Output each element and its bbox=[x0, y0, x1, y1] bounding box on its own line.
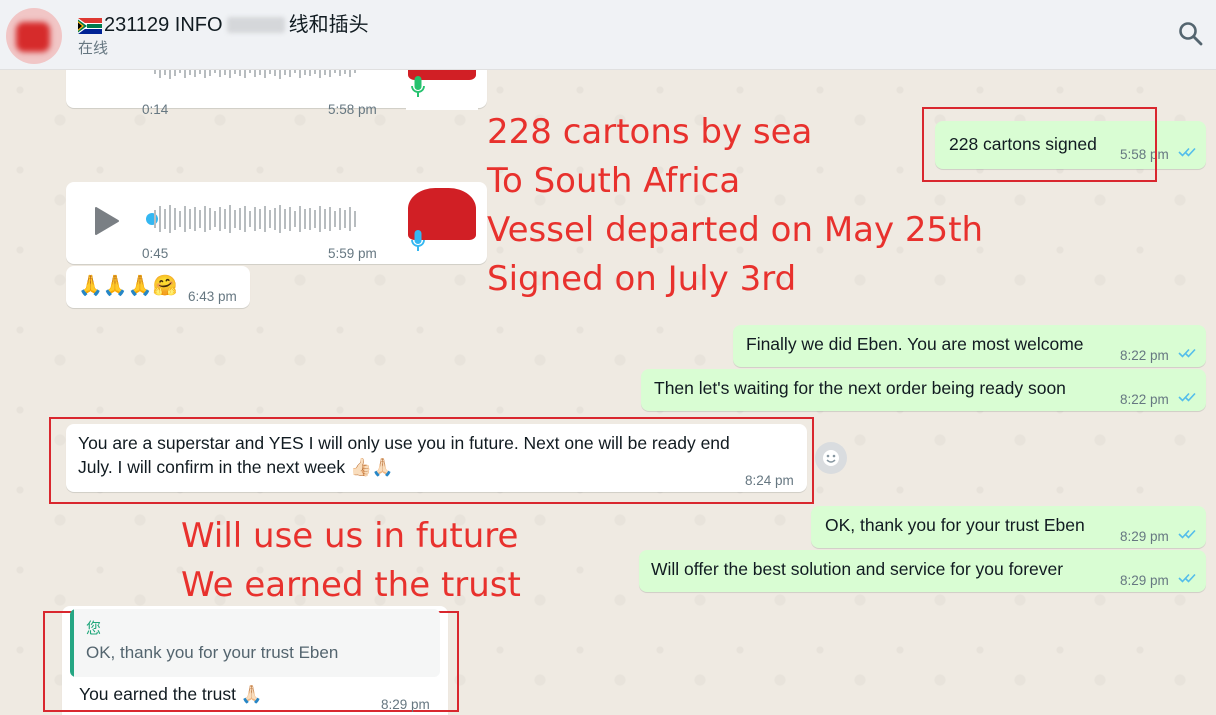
online-status: 在线 bbox=[78, 40, 109, 57]
quoted-message[interactable]: 您 OK, thank you for your trust Eben bbox=[70, 609, 440, 677]
annotation-line: We earned the trust bbox=[181, 565, 521, 605]
smiley-icon bbox=[823, 450, 839, 466]
message-time: 8:22 pm bbox=[1120, 392, 1169, 407]
voice-duration: 0:14 bbox=[142, 102, 169, 117]
message-time: 5:59 pm bbox=[328, 246, 377, 261]
voice-message[interactable]: 0:14 5:58 pm bbox=[66, 70, 487, 117]
microphone-icon bbox=[411, 230, 425, 251]
contact-name-prefix: 231129 INFO bbox=[104, 14, 223, 36]
annotation-box-superstar bbox=[49, 417, 814, 504]
message-text: Then let's waiting for the next order be… bbox=[654, 378, 1066, 398]
message-bubble-outgoing[interactable]: OK, thank you for your trust Eben 8:29 p… bbox=[811, 506, 1206, 548]
waveform bbox=[154, 70, 356, 79]
message-time: 5:58 pm bbox=[328, 102, 377, 117]
contact-name-suffix: 线和插头 bbox=[288, 14, 369, 36]
contact-name[interactable]: 231129 INFO 线和插头 bbox=[78, 8, 369, 37]
message-bubble-outgoing[interactable]: Will offer the best solution and service… bbox=[639, 550, 1206, 592]
message-time: 8:29 pm bbox=[1120, 573, 1169, 588]
quote-author: 您 bbox=[86, 620, 102, 637]
voice-duration: 0:45 bbox=[142, 246, 169, 261]
annotation-line: To South Africa bbox=[487, 161, 741, 201]
microphone-icon bbox=[411, 76, 425, 97]
read-receipt-icon bbox=[1178, 392, 1196, 402]
contact-avatar[interactable] bbox=[6, 8, 62, 64]
message-bubble-outgoing[interactable]: Then let's waiting for the next order be… bbox=[641, 369, 1206, 411]
message-text: 🙏🙏🙏🤗 bbox=[78, 275, 178, 297]
annotation-line: Vessel departed on May 25th bbox=[487, 210, 984, 250]
quote-accent-bar bbox=[70, 609, 74, 677]
message-text: OK, thank you for your trust Eben bbox=[825, 515, 1085, 535]
annotation-shipping: 228 cartons by sea To South Africa Vesse… bbox=[487, 108, 983, 304]
voice-message[interactable]: 0:45 5:59 pm bbox=[66, 182, 487, 264]
read-receipt-icon bbox=[1178, 348, 1196, 358]
read-receipt-icon bbox=[1178, 147, 1196, 157]
message-text: Finally we did Eben. You are most welcom… bbox=[746, 334, 1084, 354]
message-time: 8:29 pm bbox=[1120, 529, 1169, 544]
search-icon[interactable] bbox=[1176, 19, 1206, 49]
read-receipt-icon bbox=[1178, 573, 1196, 583]
message-time: 6:43 pm bbox=[188, 289, 237, 304]
waveform bbox=[154, 205, 356, 233]
reply-message-time: 8:29 pm bbox=[381, 697, 430, 712]
add-reaction-button[interactable] bbox=[815, 442, 847, 474]
message-text: Will offer the best solution and service… bbox=[651, 559, 1064, 579]
annotation-trust: Will use us in future We earned the trus… bbox=[181, 512, 521, 610]
annotation-line: Will use us in future bbox=[181, 516, 519, 556]
message-bubble-outgoing[interactable]: Finally we did Eben. You are most welcom… bbox=[733, 325, 1206, 367]
message-time: 8:22 pm bbox=[1120, 348, 1169, 363]
read-receipt-icon bbox=[1178, 529, 1196, 539]
reply-message-text: You earned the trust 🙏🏻 bbox=[79, 684, 263, 704]
annotation-line: Signed on July 3rd bbox=[487, 259, 797, 299]
play-icon[interactable] bbox=[92, 206, 120, 236]
annotation-line: 228 cartons by sea bbox=[487, 112, 813, 152]
chat-header: 231129 INFO 线和插头 在线 bbox=[0, 0, 1216, 70]
message-bubble-incoming[interactable]: 🙏🙏🙏🤗 6:43 pm bbox=[66, 266, 250, 308]
quote-text: OK, thank you for your trust Eben bbox=[86, 643, 339, 662]
annotation-box-cartons bbox=[922, 107, 1157, 182]
redacted-name-segment bbox=[226, 17, 285, 33]
south-africa-flag-icon bbox=[78, 18, 102, 34]
